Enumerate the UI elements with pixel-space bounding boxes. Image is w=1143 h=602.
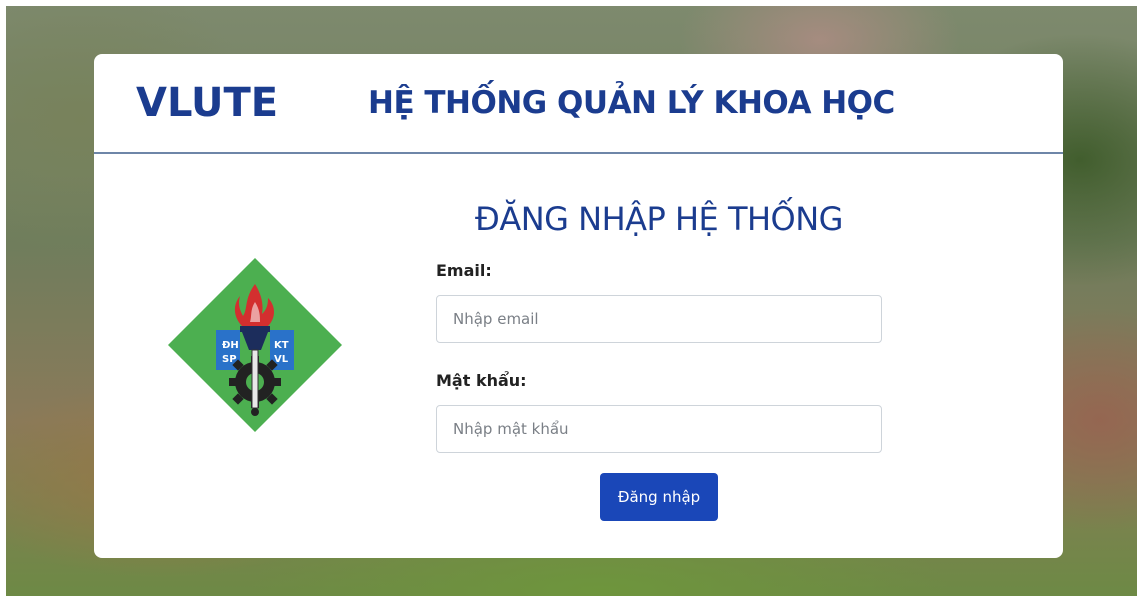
app-title: HỆ THỐNG QUẢN LÝ KHOA HỌC xyxy=(368,85,895,121)
password-input[interactable] xyxy=(436,405,882,453)
login-card: VLUTE HỆ THỐNG QUẢN LÝ KHOA HỌC ĐH SP KT… xyxy=(94,54,1063,558)
card-body: ĐH SP KT VL ĐĂNG NHẬP HỆ THỐNG Email: Mậ… xyxy=(94,154,1063,556)
password-label: Mật khẩu: xyxy=(436,371,527,390)
button-row: Đăng nhập xyxy=(436,473,882,521)
school-logo: ĐH SP KT VL xyxy=(168,258,342,432)
logo-letters-top-left: ĐH xyxy=(222,340,239,351)
email-label: Email: xyxy=(436,261,492,280)
login-button[interactable]: Đăng nhập xyxy=(599,473,719,521)
email-input[interactable] xyxy=(436,295,882,343)
logo-letters-bottom-left: SP xyxy=(222,354,237,365)
brand-logo-text: VLUTE xyxy=(136,80,279,126)
logo-letters-top-right: KT xyxy=(274,340,289,351)
card-header: VLUTE HỆ THỐNG QUẢN LÝ KHOA HỌC xyxy=(94,54,1063,154)
logo-letters-bottom-right: VL xyxy=(274,354,289,365)
login-title: ĐĂNG NHẬP HỆ THỐNG xyxy=(475,200,843,238)
login-form: ĐĂNG NHẬP HỆ THỐNG Email: Mật khẩu: Đăng… xyxy=(436,199,882,521)
